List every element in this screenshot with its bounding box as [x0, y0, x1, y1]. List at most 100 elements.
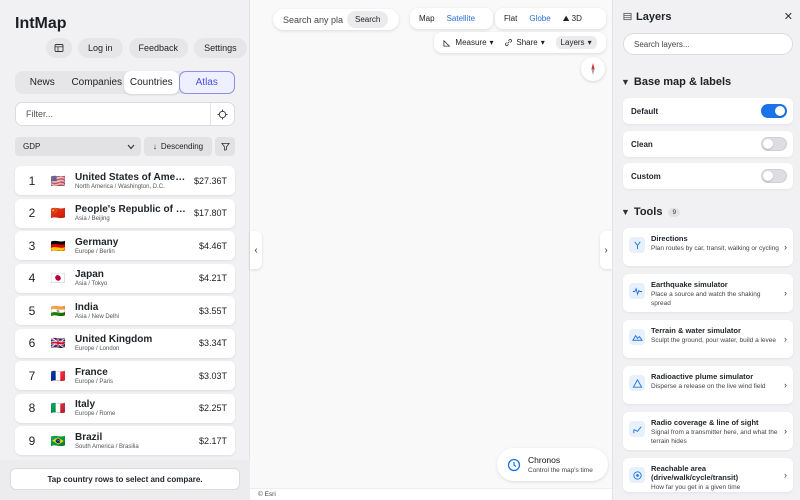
tab-companies[interactable]: Companies: [70, 71, 125, 94]
chevron-down-icon: ▾: [489, 38, 494, 47]
feedback-button[interactable]: Feedback: [128, 38, 189, 58]
country-rank: 2: [28, 206, 36, 220]
tool-name: Radio coverage & line of sight: [651, 418, 759, 427]
layer-search-input[interactable]: [624, 34, 792, 55]
map-search-input[interactable]: [273, 14, 345, 25]
basemap-custom-toggle[interactable]: [761, 169, 787, 183]
tool-card[interactable]: Directions Plan routes by car, transit, w…: [623, 228, 793, 266]
tools-section-header[interactable]: ▼ Tools 9: [621, 206, 681, 218]
country-row[interactable]: 8 🇮🇹 Italy Europe / Rome $2.25T: [15, 393, 235, 423]
country-row[interactable]: 4 🇯🇵 Japan Asia / Tokyo $4.21T: [15, 263, 235, 293]
country-region: North America / Washington, D.C.: [75, 183, 165, 190]
tool-description: Sculpt the ground, pour water, build a l…: [651, 337, 777, 344]
country-row[interactable]: 9 🇧🇷 Brazil South America / Brasilia $2.17T: [15, 426, 235, 455]
chevron-right-icon: ›: [784, 470, 787, 480]
tab-atlas[interactable]: Atlas: [178, 71, 235, 94]
country-row[interactable]: 6 🇬🇧 United Kingdom Europe / London $3.34T: [15, 328, 235, 358]
close-icon[interactable]: ✕: [784, 10, 793, 23]
country-name: United Kingdom: [75, 334, 153, 345]
collapse-right-button[interactable]: ›: [600, 231, 612, 269]
share-button[interactable]: Share ▾: [504, 38, 545, 47]
country-rank: 4: [28, 271, 36, 285]
flag-icon: 🇮🇳: [50, 303, 66, 318]
chevron-right-icon: ›: [604, 244, 608, 256]
clock-icon: [507, 458, 521, 471]
map-search-button[interactable]: Search: [347, 11, 389, 28]
sort-order-button[interactable]: ↓ Descending: [144, 137, 212, 156]
tool-description: How far you get in a given time: [651, 484, 741, 491]
map-canvas[interactable]: Search Map Satellite Flat Globe ⛰ 3D Mea…: [250, 0, 612, 500]
country-row[interactable]: 3 🇩🇪 Germany Europe / Berlin $4.46T: [15, 231, 235, 260]
country-row[interactable]: 2 🇨🇳 People's Republic of ChinaAsia / Beij…: [15, 198, 235, 228]
login-button[interactable]: Log in: [78, 38, 123, 58]
proj-3d-option[interactable]: ⛰ 3D: [558, 11, 587, 27]
tool-text: Reachable area (drive/walk/cycle/transit…: [651, 464, 781, 492]
country-gdp: $3.34T: [198, 338, 227, 348]
tab-countries[interactable]: Countries: [124, 71, 179, 94]
view-map-option[interactable]: Map: [414, 11, 440, 26]
layers-dropdown-button[interactable]: Layers ▾: [555, 36, 597, 49]
basemap-option-default[interactable]: Default: [623, 98, 793, 124]
collapse-left-button[interactable]: ‹: [250, 231, 262, 269]
tool-card[interactable]: Radioactive plume simulator Disperse a re…: [623, 366, 793, 404]
view-satellite-option[interactable]: Satellite: [442, 11, 480, 26]
country-info: India Asia / New Delhi: [75, 302, 193, 320]
country-name: Italy: [75, 399, 96, 410]
chevron-right-icon: ›: [784, 288, 787, 298]
terrain-icon: [629, 329, 645, 345]
flag-icon: 🇫🇷: [50, 368, 66, 383]
basemap-option-custom[interactable]: Custom: [623, 163, 793, 189]
compass-button[interactable]: [581, 57, 605, 81]
country-row[interactable]: 5 🇮🇳 India Asia / New Delhi $3.55T: [15, 296, 235, 325]
country-row[interactable]: 7 🇫🇷 France Europe / Paris $3.03T: [15, 361, 235, 390]
map-search: Search: [273, 9, 399, 30]
country-info: United States of America North America / …: [75, 172, 188, 190]
tool-name: Terrain & water simulator: [651, 326, 741, 335]
tool-text: Earthquake simulator Place a source and w…: [651, 280, 781, 308]
metric-select[interactable]: GDP: [15, 137, 141, 156]
country-rank: 1: [28, 173, 36, 188]
map-tools-bar: Measure ▾ Share ▾ Layers ▾: [434, 32, 606, 53]
tab-news[interactable]: News: [15, 71, 70, 94]
country-region: South America / Brasilia: [75, 443, 139, 450]
panel-toggle-button[interactable]: [46, 38, 72, 58]
country-info: United Kingdom Europe / London: [75, 334, 193, 352]
proj-flat-option[interactable]: Flat: [499, 11, 522, 26]
locate-button[interactable]: [210, 103, 234, 125]
crosshair-icon: [217, 108, 228, 120]
tool-name: Earthquake simulator: [651, 280, 728, 289]
tool-text: Radio coverage & line of sight Signal fro…: [651, 418, 781, 446]
basemap-option-clean[interactable]: Clean: [623, 131, 793, 157]
chevron-down-icon: ▾: [587, 38, 592, 47]
chevron-right-icon: ›: [784, 380, 787, 390]
metric-select-value: GDP: [23, 142, 41, 151]
country-gdp: $27.36T: [193, 175, 227, 186]
chronos-button[interactable]: Chronos Control the map's time: [497, 448, 608, 481]
country-name: Germany: [75, 236, 119, 248]
country-rank: 8: [28, 401, 36, 415]
country-name: India: [75, 301, 99, 313]
country-row[interactable]: 1 🇺🇸 United States of America North America…: [15, 166, 235, 195]
tool-card[interactable]: Reachable area (drive/walk/cycle/transit…: [623, 458, 793, 492]
settings-button[interactable]: Settings: [194, 38, 247, 58]
basemap-section-header[interactable]: ▼ Base map & labels: [621, 76, 731, 88]
country-region: Europe / Rome: [75, 411, 116, 417]
chronos-title: Chronos: [528, 455, 561, 465]
basemap-default-toggle[interactable]: [761, 104, 787, 118]
tool-card[interactable]: Radio coverage & line of sight Signal fro…: [623, 412, 793, 450]
filter-options-button[interactable]: [215, 137, 235, 156]
flag-icon: 🇩🇪: [50, 238, 66, 253]
basemap-clean-toggle[interactable]: [761, 137, 787, 151]
panel-icon: [54, 44, 64, 52]
country-region: Europe / Berlin: [75, 248, 115, 255]
proj-3d-label: 3D: [571, 13, 582, 23]
measure-button[interactable]: Measure ▾: [443, 38, 494, 47]
tool-card[interactable]: Earthquake simulator Place a source and w…: [623, 274, 793, 312]
country-gdp: $2.25T: [198, 403, 227, 413]
tool-card[interactable]: Terrain & water simulator Sculpt the grou…: [623, 320, 793, 358]
chevron-right-icon: ›: [784, 334, 787, 344]
tool-text: Radioactive plume simulator Disperse a re…: [651, 372, 781, 391]
filter-input[interactable]: [16, 109, 210, 119]
tools-count-badge: 9: [668, 207, 681, 217]
proj-globe-option[interactable]: Globe: [524, 11, 555, 26]
